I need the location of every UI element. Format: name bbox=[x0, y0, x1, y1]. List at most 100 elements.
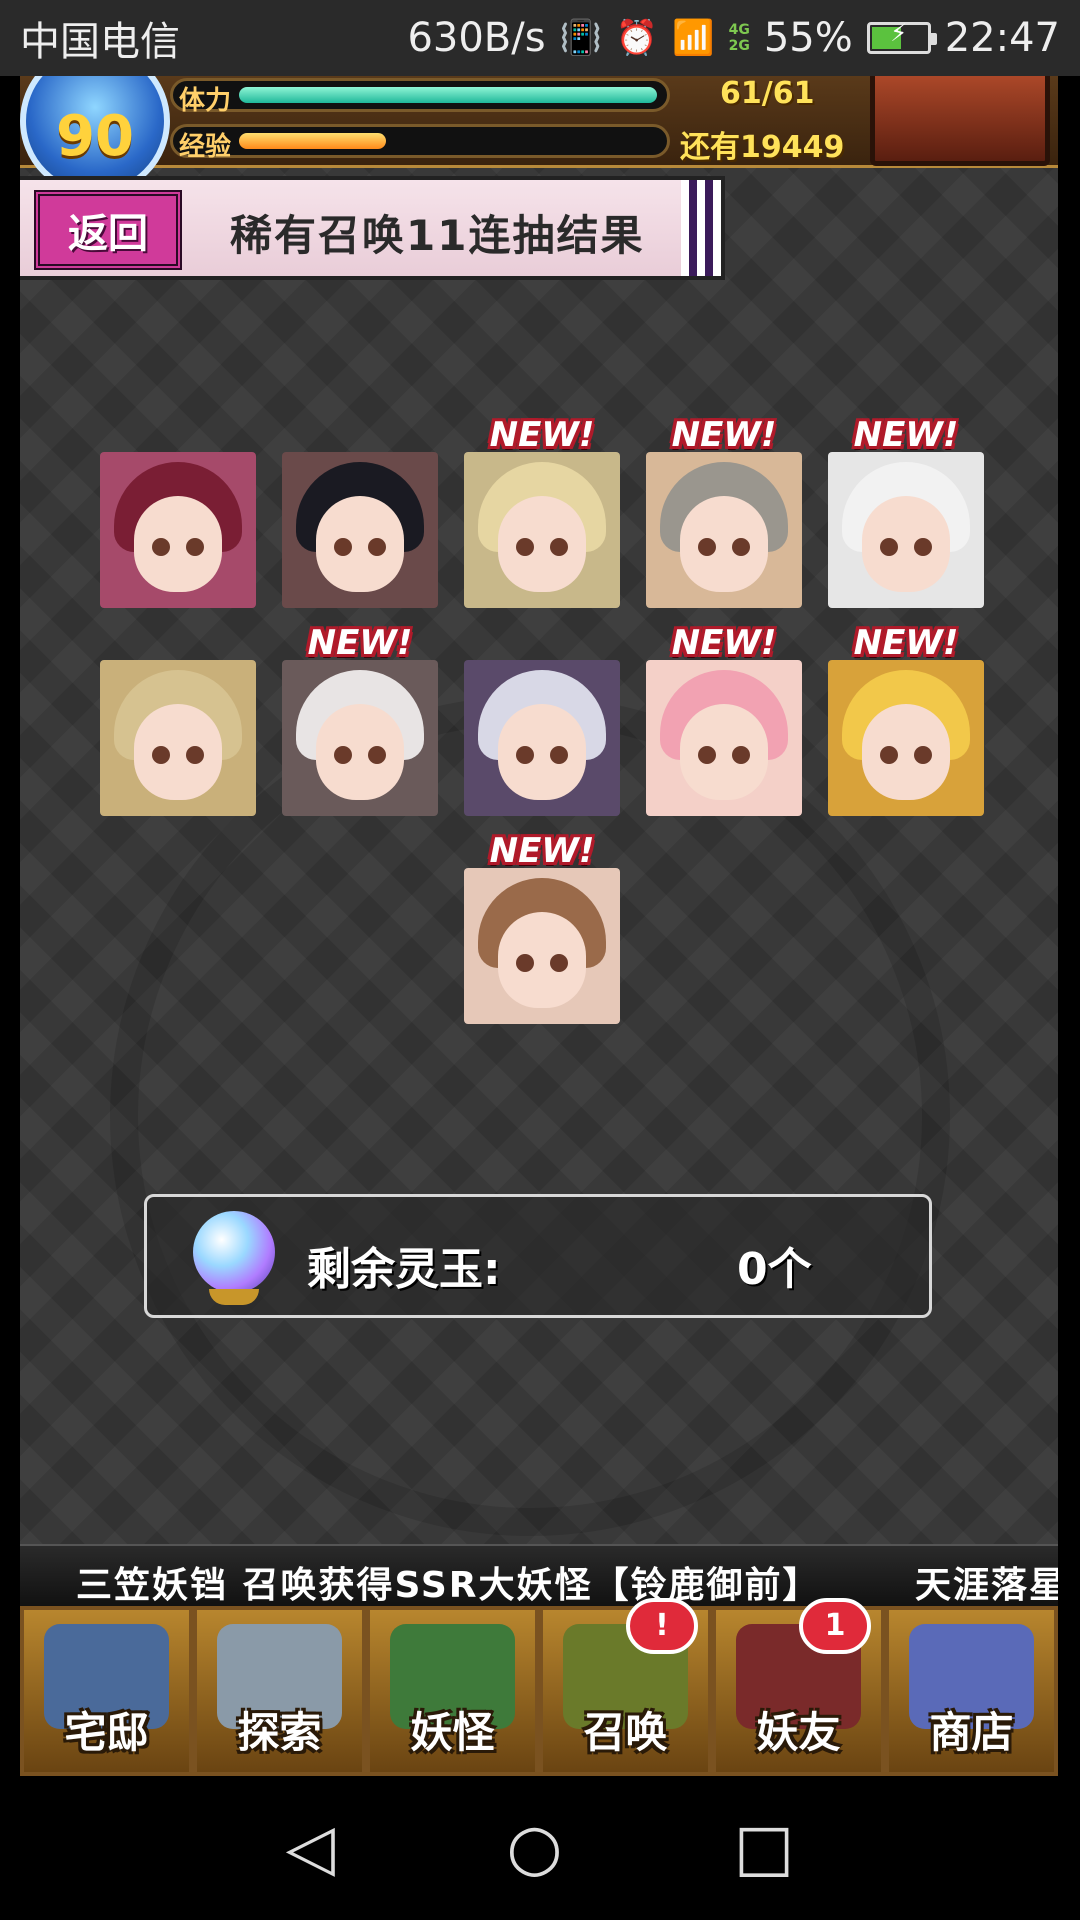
stamina-value: 61/61 bbox=[720, 76, 815, 111]
banner-stripe-decoration bbox=[681, 180, 721, 276]
character-eye bbox=[914, 538, 932, 556]
character-eye bbox=[550, 746, 568, 764]
summon-result-card[interactable] bbox=[464, 868, 620, 1024]
character-eye bbox=[698, 746, 716, 764]
summon-result-card[interactable] bbox=[100, 660, 256, 816]
summon-result-card[interactable] bbox=[464, 660, 620, 816]
character-eye bbox=[186, 746, 204, 764]
new-badge: NEW! bbox=[307, 623, 413, 663]
new-badge: NEW! bbox=[489, 831, 595, 871]
summon-result-card[interactable] bbox=[282, 452, 438, 608]
stamina-bar: 体力 bbox=[170, 78, 670, 116]
nav-item[interactable]: 妖友 1 bbox=[712, 1598, 885, 1776]
character-face bbox=[862, 496, 950, 592]
character-eye bbox=[880, 538, 898, 556]
character-eye bbox=[880, 746, 898, 764]
character-eye bbox=[550, 954, 568, 972]
new-badge: NEW! bbox=[671, 623, 777, 663]
stamina-label: 体力 bbox=[179, 86, 232, 116]
character-face bbox=[680, 704, 768, 800]
announcement-ticker: 三笠妖铛 召唤获得SSR大妖怪【铃鹿御前】 天涯落星 bbox=[20, 1544, 1058, 1606]
character-face bbox=[316, 704, 404, 800]
network-speed: 630B/s bbox=[407, 15, 546, 61]
character-eye bbox=[550, 538, 568, 556]
nav-item[interactable]: 商店 bbox=[885, 1606, 1058, 1776]
nav-item-label: 妖怪 bbox=[410, 1708, 495, 1757]
network-type-top: 4G bbox=[728, 22, 750, 38]
vibrate-icon: 📳 bbox=[559, 18, 602, 58]
character-face bbox=[680, 496, 768, 592]
pentagram-emblem bbox=[110, 696, 950, 1536]
exp-remaining: 还有19449 bbox=[680, 130, 845, 165]
network-type: 4G 2G bbox=[729, 22, 750, 54]
character-eye bbox=[368, 746, 386, 764]
character-eye bbox=[186, 538, 204, 556]
ticker-message: 天涯落星 bbox=[915, 1565, 1058, 1606]
new-badge: NEW! bbox=[671, 415, 777, 455]
player-hud: 90 体力 经验 61/61 还有19449 bbox=[20, 76, 1058, 196]
exp-label: 经验 bbox=[179, 132, 232, 162]
character-eye bbox=[516, 954, 534, 972]
character-eye bbox=[914, 746, 932, 764]
character-eye bbox=[152, 746, 170, 764]
summon-result-card[interactable] bbox=[464, 452, 620, 608]
nav-item-label: 妖友 bbox=[756, 1708, 841, 1757]
summon-result-card[interactable] bbox=[646, 452, 802, 608]
treasure-chest-icon[interactable] bbox=[870, 76, 1050, 166]
stamina-fill bbox=[239, 87, 657, 103]
home-nav-icon[interactable]: ○ bbox=[506, 1811, 562, 1885]
character-eye bbox=[732, 538, 750, 556]
remaining-jade-panel: 剩余灵玉: 0个 bbox=[144, 1194, 932, 1318]
character-eye bbox=[334, 538, 352, 556]
network-type-bottom: 2G bbox=[728, 38, 750, 54]
clock: 22:47 bbox=[944, 15, 1060, 61]
summon-result-card[interactable] bbox=[100, 452, 256, 608]
jade-value: 0个 bbox=[737, 1244, 812, 1295]
nav-item-label: 探索 bbox=[237, 1708, 322, 1757]
new-badge: NEW! bbox=[853, 415, 959, 455]
summon-result-card[interactable] bbox=[646, 660, 802, 816]
summon-result-card[interactable] bbox=[828, 452, 984, 608]
exp-bar: 经验 bbox=[170, 124, 670, 162]
summon-result-card[interactable] bbox=[282, 660, 438, 816]
orb-stand-icon bbox=[209, 1289, 259, 1305]
title-banner: 返回 稀有召唤11连抽结果 bbox=[20, 176, 725, 280]
recents-nav-icon[interactable]: □ bbox=[734, 1811, 794, 1885]
nav-item-label: 宅邸 bbox=[64, 1708, 149, 1757]
new-badge: NEW! bbox=[853, 623, 959, 663]
character-face bbox=[498, 912, 586, 1008]
character-face bbox=[134, 496, 222, 592]
character-eye bbox=[368, 538, 386, 556]
new-badge: NEW! bbox=[489, 415, 595, 455]
character-eye bbox=[516, 538, 534, 556]
spirit-jade-orb-icon bbox=[193, 1211, 275, 1293]
character-eye bbox=[516, 746, 534, 764]
nav-item[interactable]: 召唤! bbox=[539, 1598, 712, 1776]
wifi-icon: 📶 bbox=[672, 18, 715, 58]
character-face bbox=[862, 704, 950, 800]
alarm-icon: ⏰ bbox=[615, 18, 659, 58]
nav-item[interactable]: 妖怪 bbox=[366, 1606, 539, 1776]
battery-percent: 55% bbox=[763, 15, 853, 61]
nav-item-label: 商店 bbox=[929, 1708, 1014, 1757]
ticker-message: 三笠妖铛 召唤获得SSR大妖怪【铃鹿御前】 bbox=[76, 1565, 821, 1606]
nav-item[interactable]: 探索 bbox=[193, 1606, 366, 1776]
character-face bbox=[134, 704, 222, 800]
exp-fill bbox=[239, 133, 386, 149]
battery-icon: ⚡ bbox=[866, 19, 937, 54]
level-value: 90 bbox=[56, 103, 134, 169]
back-button[interactable]: 返回 bbox=[34, 190, 182, 270]
notification-badge: 1 bbox=[799, 1598, 871, 1654]
nav-item[interactable]: 宅邸 bbox=[20, 1606, 193, 1776]
bottom-navigation: 宅邸 探索 妖怪 召唤! 妖友 1 商店 bbox=[20, 1598, 1058, 1776]
back-nav-icon[interactable]: ◁ bbox=[286, 1811, 335, 1885]
status-indicators: 630B/s 📳 ⏰ 📶 4G 2G 55% ⚡ 22:47 bbox=[407, 15, 1060, 61]
carrier-name: 中国电信 bbox=[20, 19, 180, 65]
page-title: 稀有召唤11连抽结果 bbox=[230, 211, 645, 260]
summon-result-card[interactable] bbox=[828, 660, 984, 816]
nav-item-label: 召唤 bbox=[583, 1708, 668, 1757]
character-eye bbox=[732, 746, 750, 764]
character-eye bbox=[152, 538, 170, 556]
charging-icon: ⚡ bbox=[890, 19, 908, 47]
character-eye bbox=[334, 746, 352, 764]
